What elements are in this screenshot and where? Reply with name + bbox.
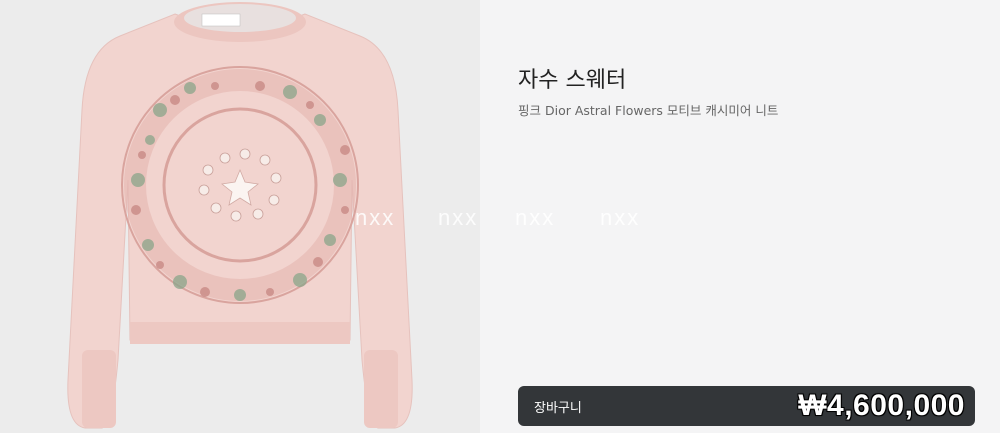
watermark: nxx nxx — [480, 205, 1000, 235]
watermark-text: nxx — [355, 205, 396, 230]
watermark-text: nxx — [600, 205, 641, 230]
product-image: nxx nxx — [0, 0, 480, 433]
cart-label: 장바구니 — [534, 400, 582, 416]
product-price: ₩4,600,000 — [798, 389, 965, 422]
watermark: nxx nxx — [0, 205, 480, 235]
product-info-panel: nxx nxx 자수 스웨터 핑크 Dior Astral Flowers 모티… — [480, 0, 1000, 433]
watermark-text: nxx — [515, 205, 556, 230]
add-to-cart-button[interactable]: 장바구니 ₩4,600,000 — [518, 386, 975, 426]
watermark-text: nxx — [438, 205, 479, 230]
product-subtitle: 핑크 Dior Astral Flowers 모티브 캐시미어 니트 — [518, 103, 779, 118]
product-title: 자수 스웨터 — [518, 68, 627, 93]
